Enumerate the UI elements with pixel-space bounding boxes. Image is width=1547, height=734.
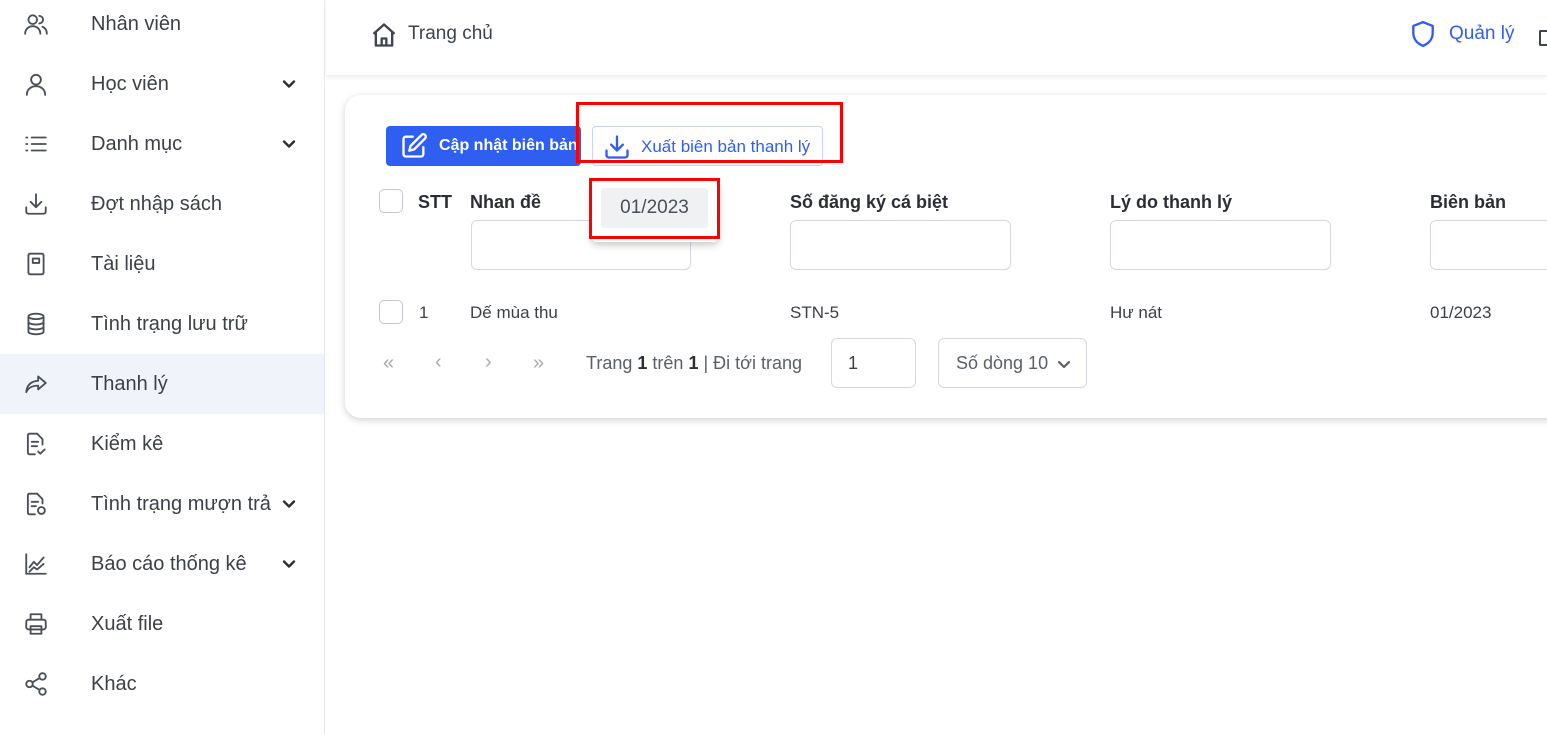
export-record-label: Xuất biên bản thanh lý [641, 137, 811, 156]
sidebar-item-hoc-vien[interactable]: Học viên [0, 54, 324, 114]
first-page-icon[interactable]: « [383, 352, 394, 375]
sidebar-item-bao-cao-thong-ke[interactable]: Báo cáo thống kê [0, 534, 324, 594]
checklist-icon [22, 430, 50, 458]
sidebar-item-thanh-ly[interactable]: Thanh lý [0, 354, 324, 414]
home-icon[interactable] [370, 21, 398, 49]
reason-filter-input[interactable] [1110, 220, 1331, 270]
database-icon [22, 310, 50, 338]
cell-reason: Hư nát [1110, 303, 1163, 322]
chevron-down-icon[interactable] [281, 76, 297, 92]
download-icon [22, 190, 50, 218]
edit-icon [400, 132, 428, 160]
record-option[interactable]: 01/2023 [601, 188, 708, 228]
record-dropdown: 01/2023 [591, 180, 719, 242]
cell-reg-no: STN-5 [790, 303, 840, 322]
update-record-button[interactable]: Cập nhật biên bản [386, 126, 581, 166]
breadcrumb[interactable]: Trang chủ [408, 23, 493, 45]
cell-title: Dế mùa thu [470, 303, 558, 322]
rows-per-page-select[interactable]: Số dòng 10 [938, 338, 1087, 388]
header-stt: STT [418, 192, 452, 212]
role-label[interactable]: Quản lý [1449, 23, 1514, 45]
rows-per-page-label: Số dòng 10 [956, 353, 1049, 373]
sidebar-item-tinh-trang-luu-tru[interactable]: Tình trạng lưu trữ [0, 294, 324, 354]
sidebar-item-label: Tình trạng lưu trữ [91, 312, 248, 335]
record-filter-select[interactable] [1430, 220, 1547, 270]
header-reg-no: Số đăng ký cá biệt [790, 192, 949, 212]
sidebar-item-kiem-ke[interactable]: Kiểm kê [0, 414, 324, 474]
logout-icon[interactable] [1539, 30, 1547, 46]
list-icon [22, 130, 50, 158]
of-word: trên [652, 353, 684, 373]
prev-page-icon[interactable]: ‹ [435, 351, 442, 374]
sidebar-item-label: Tài liệu [91, 252, 156, 275]
chevron-down-icon[interactable] [281, 136, 297, 152]
download-icon [603, 133, 631, 161]
sidebar-item-label: Thanh lý [91, 372, 168, 395]
sidebar-item-label: Kiểm kê [91, 432, 164, 455]
sidebar-item-label: Xuất file [91, 612, 164, 635]
total-pages: 1 [688, 353, 699, 373]
printer-icon [22, 610, 50, 638]
sidebar-item-label: Danh mục [91, 132, 183, 155]
sidebar-item-danh-muc[interactable]: Danh mục [0, 114, 324, 174]
chevron-down-icon [1057, 360, 1071, 369]
reg-no-filter-input[interactable] [790, 220, 1011, 270]
sidebar-item-dot-nhap-sach[interactable]: Đợt nhập sách [0, 174, 324, 234]
header-record: Biên bản [1430, 192, 1507, 212]
shield-icon [1410, 20, 1438, 50]
sidebar-item-label: Báo cáo thống kê [91, 552, 247, 575]
sidebar-item-label: Học viên [91, 72, 169, 95]
header-title: Nhan đề [470, 192, 542, 212]
row-checkbox[interactable] [379, 300, 403, 324]
cell-stt: 1 [419, 303, 429, 322]
sidebar-item-xuat-file[interactable]: Xuất file [0, 594, 324, 654]
chevron-down-icon[interactable] [281, 496, 297, 512]
next-page-icon[interactable]: › [485, 351, 492, 374]
page-info: Trang 1 trên 1 | Đi tới trang [586, 353, 802, 373]
share-arrow-icon [22, 370, 50, 398]
chart-line-icon [22, 550, 50, 578]
sidebar-item-khac[interactable]: Khác [0, 654, 324, 714]
cell-record: 01/2023 [1430, 303, 1492, 322]
sidebar-item-label: Đợt nhập sách [91, 192, 222, 215]
users-icon [22, 10, 50, 38]
chevron-down-icon[interactable] [281, 556, 297, 572]
current-page: 1 [637, 353, 648, 373]
sidebar-item-label: Tình trạng mượn trả [91, 492, 271, 515]
sidebar-item-label: Khác [91, 672, 137, 695]
main-card: Cập nhật biên bản Xuất biên bản thanh lý… [345, 95, 1547, 418]
top-bar: Trang chủ Quản lý [326, 0, 1547, 76]
select-all-checkbox[interactable] [379, 189, 403, 213]
user-icon [22, 70, 50, 98]
sidebar-item-nhan-vien[interactable]: Nhân viên [0, 0, 324, 54]
goto-page-input[interactable]: 1 [831, 338, 916, 388]
file-refresh-icon [22, 490, 50, 518]
sidebar-item-tai-lieu[interactable]: Tài liệu [0, 234, 324, 294]
sidebar-item-label: Nhân viên [91, 12, 182, 35]
page-word: Trang [586, 353, 633, 373]
share-nodes-icon [22, 670, 50, 698]
header-reason: Lý do thanh lý [1110, 192, 1233, 212]
document-icon [22, 250, 50, 278]
sidebar-item-tinh-trang-muon-tra[interactable]: Tình trạng mượn trả [0, 474, 324, 534]
update-record-label: Cập nhật biên bản [439, 137, 578, 154]
last-page-icon[interactable]: » [533, 352, 544, 375]
goto-label: Đi tới trang [713, 353, 802, 373]
sidebar: Nhân viên Học viên Danh mục Đợt nhập sác… [0, 0, 325, 734]
export-record-button[interactable]: Xuất biên bản thanh lý [592, 126, 823, 166]
